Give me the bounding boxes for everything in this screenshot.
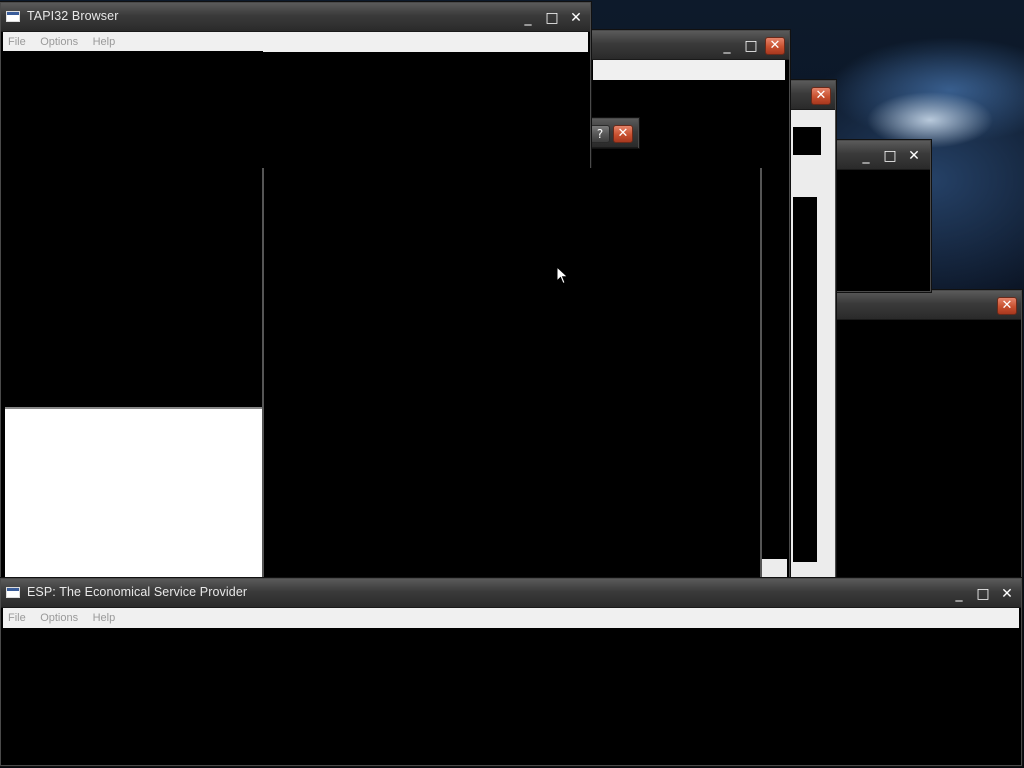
minimize-button[interactable]: _ — [518, 9, 538, 27]
window-app-icon — [6, 11, 20, 22]
maximize-button[interactable]: □ — [542, 9, 562, 27]
close-button[interactable]: ✕ — [765, 37, 785, 55]
overlay-panel[interactable] — [262, 168, 762, 596]
close-button[interactable]: ✕ — [997, 297, 1017, 315]
window-back-3[interactable]: _ □ ✕ — [833, 140, 931, 292]
titlebar[interactable]: ✕ — [834, 291, 1021, 320]
dialog-window[interactable]: ? ✕ — [585, 118, 639, 148]
menu-options[interactable]: Options — [35, 608, 83, 624]
titlebar[interactable]: TAPI32 Browser _ □ ✕ — [1, 3, 590, 32]
menubar: File Options Help — [3, 608, 1019, 628]
window-back-4[interactable]: ✕ — [833, 290, 1022, 580]
output-pane[interactable] — [5, 407, 267, 581]
menu-options[interactable]: Options — [35, 32, 83, 48]
window-back-2[interactable]: ✕ — [788, 80, 836, 580]
titlebar[interactable]: ? ✕ — [586, 119, 638, 148]
menu-help[interactable]: Help — [88, 608, 121, 624]
maximize-button[interactable]: □ — [741, 37, 761, 55]
window-title: TAPI32 Browser — [27, 9, 119, 23]
black-field — [793, 127, 821, 155]
help-button[interactable]: ? — [590, 125, 610, 143]
titlebar[interactable]: _ □ ✕ — [834, 141, 930, 170]
menu-file[interactable]: File — [3, 32, 31, 48]
close-button[interactable]: ✕ — [811, 87, 831, 105]
window-esp[interactable]: ESP: The Economical Service Provider _ □… — [0, 578, 1022, 766]
maximize-button[interactable]: □ — [973, 585, 993, 603]
minimize-button[interactable]: _ — [949, 585, 969, 603]
menubar: File Options Help — [3, 32, 588, 52]
minimize-button[interactable]: _ — [856, 147, 876, 165]
close-button[interactable]: ✕ — [904, 147, 924, 165]
close-button[interactable]: ✕ — [997, 585, 1017, 603]
close-button[interactable]: ✕ — [566, 9, 586, 27]
black-list — [793, 197, 817, 562]
titlebar[interactable]: _ □ ✕ — [589, 31, 789, 60]
maximize-button[interactable]: □ — [880, 147, 900, 165]
menu-help[interactable]: Help — [88, 32, 121, 48]
titlebar[interactable]: ESP: The Economical Service Provider _ □… — [1, 579, 1021, 608]
menubar — [593, 60, 785, 80]
window-title: ESP: The Economical Service Provider — [27, 585, 248, 599]
menu-file[interactable]: File — [3, 608, 31, 624]
minimize-button[interactable]: _ — [717, 37, 737, 55]
titlebar[interactable]: ✕ — [789, 81, 835, 110]
tree-pane[interactable] — [3, 51, 263, 405]
mouse-cursor-icon — [556, 266, 569, 285]
window-app-icon — [6, 587, 20, 598]
close-button[interactable]: ✕ — [613, 125, 633, 143]
status-strip — [759, 559, 787, 577]
